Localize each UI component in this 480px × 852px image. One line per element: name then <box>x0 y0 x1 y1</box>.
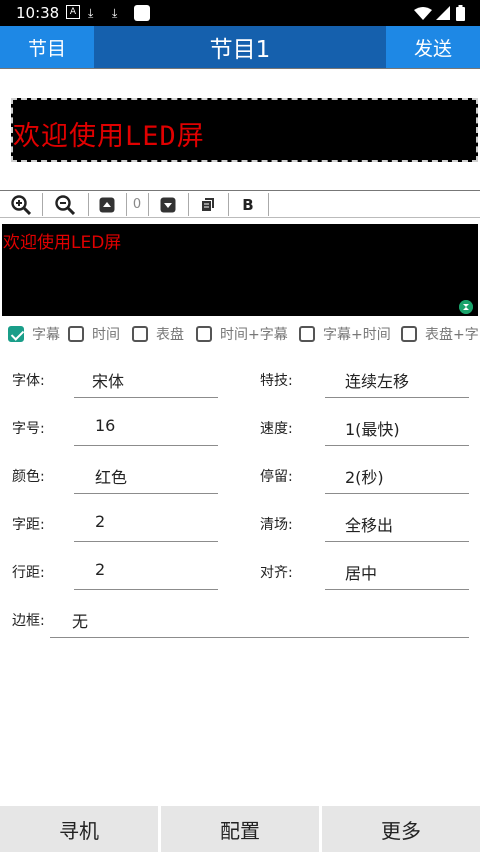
mode-dial-subtitle-checkbox[interactable]: 表盘+字 <box>401 323 479 345</box>
spacing-field-underline <box>74 541 218 542</box>
effect-field-underline <box>325 397 469 398</box>
bold-button[interactable]: B <box>228 193 269 216</box>
border-field[interactable]: 无 <box>72 608 88 632</box>
config-button[interactable]: 配置 <box>161 806 319 852</box>
app-notification-icon <box>134 5 150 21</box>
led-preview-area: 欢迎使用LED屏 <box>0 68 480 191</box>
speed-field[interactable]: 1(最快) <box>345 416 400 440</box>
page-title: 节目1 <box>209 37 271 63</box>
resize-handle-icon[interactable] <box>459 300 473 314</box>
mode-time-subtitle-checkbox[interactable]: 时间+字幕 <box>196 323 288 345</box>
mode-subtitle-time-checkbox[interactable]: 字幕+时间 <box>299 323 391 345</box>
font-field[interactable]: 宋体 <box>92 368 124 392</box>
effect-field[interactable]: 连续左移 <box>345 368 409 392</box>
spacing-label: 字距: <box>12 517 45 533</box>
zoom-out-icon <box>55 194 75 215</box>
mode-dial-checkbox[interactable]: 表盘 <box>132 323 184 345</box>
zoom-in-icon <box>11 194 31 215</box>
effect-label: 特技: <box>260 373 293 389</box>
checkbox-icon <box>299 326 315 342</box>
checkbox-icon <box>401 326 417 342</box>
edit-toolbar: 0 B <box>0 192 480 218</box>
mode-subtitle-checkbox[interactable]: 字幕 <box>8 323 60 345</box>
stay-field-underline <box>325 493 469 494</box>
line-spacing-field-underline <box>74 589 218 590</box>
zoom-in-button[interactable] <box>0 193 43 216</box>
size-field[interactable]: 16 <box>95 416 115 435</box>
wifi-icon <box>414 7 432 20</box>
color-field[interactable]: 红色 <box>95 464 127 488</box>
search-device-button[interactable]: 寻机 <box>0 806 158 852</box>
zoom-out-button[interactable] <box>42 193 89 216</box>
bottom-bar: 寻机 配置 更多 <box>0 806 480 852</box>
display-mode-options: 字幕 时间 表盘 时间+字幕 字幕+时间 表盘+字 <box>0 322 480 346</box>
program-list-button[interactable]: 节目 <box>0 26 94 68</box>
editor-text: 欢迎使用LED屏 <box>3 233 122 253</box>
led-preview-text: 欢迎使用LED屏 <box>13 121 205 152</box>
more-button[interactable]: 更多 <box>322 806 480 852</box>
copy-button[interactable] <box>188 193 229 216</box>
download-icon: ⤓ <box>112 6 118 20</box>
mode-label: 时间+字幕 <box>220 327 288 343</box>
status-time: 10:38 <box>16 4 60 22</box>
led-screen[interactable]: 欢迎使用LED屏 <box>11 98 478 162</box>
value-text: 0 <box>132 197 142 212</box>
text-notification-icon: A <box>66 5 80 19</box>
checkbox-icon <box>132 326 148 342</box>
mode-label: 字幕+时间 <box>323 327 391 343</box>
copy-icon <box>202 197 214 211</box>
clear-field-underline <box>325 541 469 542</box>
mode-time-checkbox[interactable]: 时间 <box>68 323 120 345</box>
size-label: 字号: <box>12 421 45 437</box>
checkbox-icon <box>196 326 212 342</box>
value-down-button[interactable] <box>148 193 189 216</box>
checkbox-icon <box>68 326 84 342</box>
color-field-underline <box>74 493 218 494</box>
clear-label: 清场: <box>260 517 293 533</box>
send-button[interactable]: 发送 <box>386 26 480 68</box>
font-field-underline <box>74 397 218 398</box>
border-field-underline <box>50 637 469 638</box>
mode-label: 表盘+字 <box>425 327 479 343</box>
align-label: 对齐: <box>260 565 293 581</box>
align-field[interactable]: 居中 <box>345 560 377 584</box>
battery-icon <box>456 5 465 21</box>
mode-label: 表盘 <box>156 327 184 343</box>
font-label: 字体: <box>12 373 45 389</box>
signal-icon <box>436 6 450 20</box>
arrow-down-icon <box>160 197 176 212</box>
mode-label: 字幕 <box>32 327 60 343</box>
color-label: 颜色: <box>12 469 45 485</box>
speed-label: 速度: <box>260 421 293 437</box>
border-label: 边框: <box>12 613 45 629</box>
stay-field[interactable]: 2(秒) <box>345 464 384 488</box>
text-editor[interactable]: 欢迎使用LED屏 <box>2 224 478 316</box>
app-bar: 节目 节目1 发送 <box>0 26 480 68</box>
arrow-up-icon <box>99 197 115 212</box>
clear-field[interactable]: 全移出 <box>345 512 393 536</box>
download-icon: ⤓ <box>88 6 94 20</box>
align-field-underline <box>325 589 469 590</box>
speed-field-underline <box>325 445 469 446</box>
spacing-field[interactable]: 2 <box>95 512 105 531</box>
stay-label: 停留: <box>260 469 293 485</box>
value-display: 0 <box>126 193 149 216</box>
mode-label: 时间 <box>92 327 120 343</box>
line-spacing-label: 行距: <box>12 565 45 581</box>
size-field-underline <box>74 445 218 446</box>
status-bar: 10:38 A ⤓ ⤓ <box>0 0 480 26</box>
line-spacing-field[interactable]: 2 <box>95 560 105 579</box>
value-up-button[interactable] <box>88 193 127 216</box>
checkbox-checked-icon <box>8 326 24 342</box>
